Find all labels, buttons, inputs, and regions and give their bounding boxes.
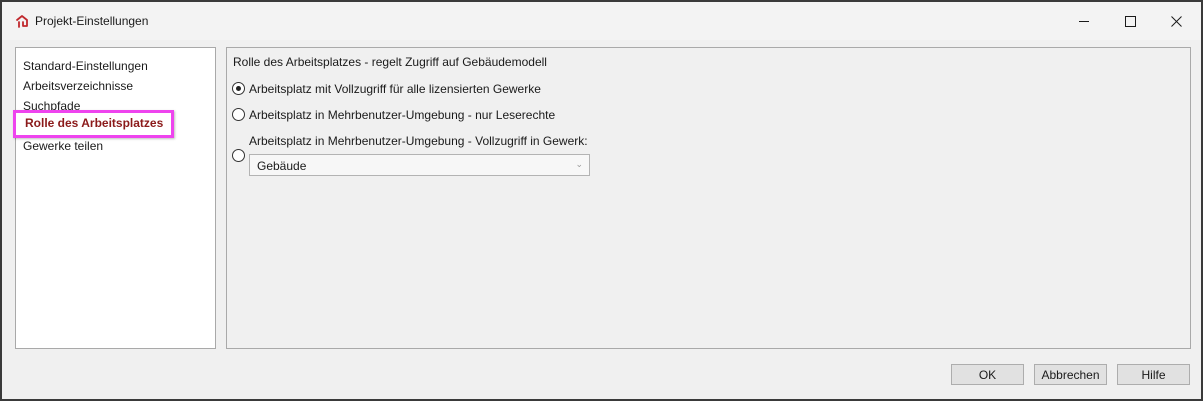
- cancel-button[interactable]: Abbrechen: [1034, 364, 1107, 385]
- radio-trade-access-label[interactable]: Arbeitsplatz in Mehrbenutzer-Umgebung - …: [249, 134, 588, 148]
- settings-navigation-list: Standard-Einstellungen Arbeitsverzeichni…: [13, 47, 216, 349]
- help-button[interactable]: Hilfe: [1117, 364, 1190, 385]
- radio-trade-access[interactable]: [232, 149, 245, 162]
- minimize-icon: [1078, 20, 1089, 22]
- radio-full-access[interactable]: [232, 82, 245, 95]
- chevron-down-icon: ⌄: [575, 159, 583, 169]
- content-panel: Rolle des Arbeitsplatzes - regelt Zugrif…: [226, 47, 1191, 349]
- minimize-button[interactable]: [1061, 2, 1107, 40]
- close-button[interactable]: [1153, 2, 1199, 40]
- radio-full-access-label[interactable]: Arbeitsplatz mit Vollzugriff für alle li…: [249, 82, 541, 96]
- nav-item-rolle-des-arbeitsplatzes[interactable]: Rolle des Arbeitsplatzes: [13, 110, 175, 138]
- app-logo-icon: [16, 15, 28, 28]
- radio-read-only-label[interactable]: Arbeitsplatz in Mehrbenutzer-Umgebung - …: [249, 108, 555, 122]
- trade-select-value: Gebäude: [257, 159, 307, 173]
- ok-button[interactable]: OK: [951, 364, 1024, 385]
- nav-item-arbeitsverzeichnisse[interactable]: Arbeitsverzeichnisse: [23, 79, 133, 93]
- trade-select[interactable]: Gebäude ⌄: [249, 154, 590, 176]
- close-icon: [1170, 15, 1182, 27]
- window-title: Projekt-Einstellungen: [35, 14, 149, 28]
- nav-item-gewerke-teilen[interactable]: Gewerke teilen: [23, 139, 103, 153]
- maximize-icon: [1124, 15, 1136, 27]
- maximize-button[interactable]: [1107, 2, 1153, 40]
- radio-read-only[interactable]: [232, 108, 245, 121]
- nav-item-standard-einstellungen[interactable]: Standard-Einstellungen: [23, 59, 148, 73]
- title-bar[interactable]: Projekt-Einstellungen: [2, 2, 1201, 40]
- dialog-window: Projekt-Einstellungen Standard-Einstellu…: [0, 0, 1203, 401]
- section-title: Rolle des Arbeitsplatzes - regelt Zugrif…: [233, 55, 547, 69]
